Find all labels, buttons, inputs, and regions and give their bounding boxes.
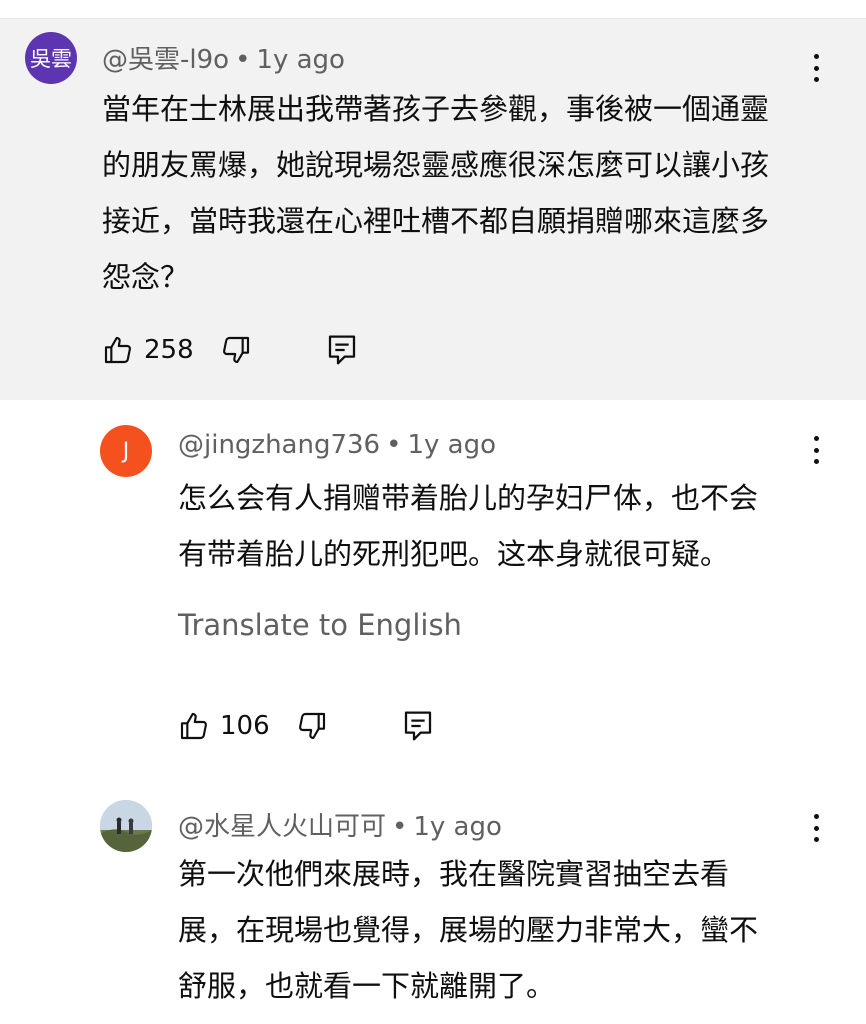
more-options-icon[interactable] bbox=[806, 50, 826, 86]
comment-text: 當年在士林展出我帶著孩子去參觀，事後被一個通靈 的朋友罵爆，她說現場怨靈感應很深… bbox=[102, 81, 769, 305]
dislike-button[interactable] bbox=[220, 330, 252, 370]
reply-button[interactable] bbox=[403, 706, 433, 746]
like-button[interactable]: 106 bbox=[178, 706, 270, 746]
comment-time[interactable]: 1y ago bbox=[407, 430, 496, 460]
author-handle[interactable]: @吳雲-l9o bbox=[102, 45, 229, 75]
top-divider bbox=[0, 0, 866, 19]
like-count: 106 bbox=[220, 711, 270, 741]
comment-line: 的朋友罵爆，她說現場怨靈感應很深怎麼可以讓小孩 bbox=[102, 148, 770, 182]
comment-line: 怎么会有人捐赠带着胎儿的孕妇尸体，也不会 bbox=[178, 481, 759, 515]
author-handle[interactable]: @水星人火山可可 bbox=[178, 812, 386, 842]
comment-actions: 106 bbox=[178, 706, 478, 746]
reply-icon bbox=[328, 335, 356, 365]
comment-time[interactable]: 1y ago bbox=[413, 812, 502, 842]
landscape-photo-icon bbox=[100, 800, 152, 852]
comment-3: @水星人火山可可 • 1y ago 第一次他們來展時，我在醫院實習抽空去看 展，在現… bbox=[0, 780, 866, 1024]
thumbs-down-icon bbox=[223, 336, 250, 364]
comment-time[interactable]: 1y ago bbox=[256, 45, 345, 75]
comment-line: 第一次他們來展時，我在醫院實習抽空去看 bbox=[178, 857, 730, 891]
comment-text: 怎么会有人捐赠带着胎儿的孕妇尸体，也不会 有带着胎儿的死刑犯吧。这本身就很可疑。 bbox=[178, 470, 758, 582]
translate-link[interactable]: Translate to English bbox=[178, 608, 462, 642]
comment-1: 吳雲 @吳雲-l9o • 1y ago 當年在士林展出我帶著孩子去參觀，事後被一個通… bbox=[0, 19, 866, 400]
thumbs-down-icon bbox=[299, 712, 326, 740]
separator-dot: • bbox=[386, 430, 402, 460]
dislike-button[interactable] bbox=[296, 706, 328, 746]
separator-dot: • bbox=[235, 45, 251, 75]
avatar[interactable] bbox=[100, 800, 152, 852]
comment-line: 展，在現場也覺得，展場的壓力非常大，蠻不 bbox=[178, 913, 759, 947]
more-options-icon[interactable] bbox=[806, 432, 826, 468]
comment-line: 舒服，也就看一下就離開了。 bbox=[178, 969, 556, 1003]
comment-line: 怨念？ bbox=[102, 260, 190, 294]
comment-line: 有带着胎儿的死刑犯吧。这本身就很可疑。 bbox=[178, 537, 730, 571]
reply-button[interactable] bbox=[327, 330, 357, 370]
like-button[interactable]: 258 bbox=[102, 330, 194, 370]
separator-dot: • bbox=[392, 812, 408, 842]
avatar[interactable]: J bbox=[100, 425, 152, 477]
avatar[interactable]: 吳雲 bbox=[25, 32, 77, 84]
thumbs-up-icon bbox=[180, 712, 207, 740]
author-handle[interactable]: @jingzhang736 bbox=[178, 430, 380, 460]
like-count: 258 bbox=[144, 335, 194, 365]
comment-actions: 258 bbox=[102, 330, 402, 370]
comment-line: 接近，當時我還在心裡吐槽不都自願捐贈哪來這麼多 bbox=[102, 204, 770, 238]
avatar-initials: J bbox=[122, 438, 130, 464]
avatar-initials: 吳雲 bbox=[30, 47, 72, 71]
more-options-icon[interactable] bbox=[806, 810, 826, 846]
comment-2: J @jingzhang736 • 1y ago 怎么会有人捐赠带着胎儿的孕妇尸体，… bbox=[0, 400, 866, 780]
thumbs-up-icon bbox=[104, 336, 131, 364]
reply-icon bbox=[404, 711, 432, 741]
comment-line: 當年在士林展出我帶著孩子去參觀，事後被一個通靈 bbox=[102, 92, 770, 126]
comment-header: @吳雲-l9o • 1y ago bbox=[102, 39, 345, 76]
comment-header: @水星人火山可可 • 1y ago bbox=[178, 806, 502, 843]
comment-text: 第一次他們來展時，我在醫院實習抽空去看 展，在現場也覺得，展場的壓力非常大，蠻不… bbox=[178, 846, 758, 1014]
comment-header: @jingzhang736 • 1y ago bbox=[178, 430, 496, 460]
